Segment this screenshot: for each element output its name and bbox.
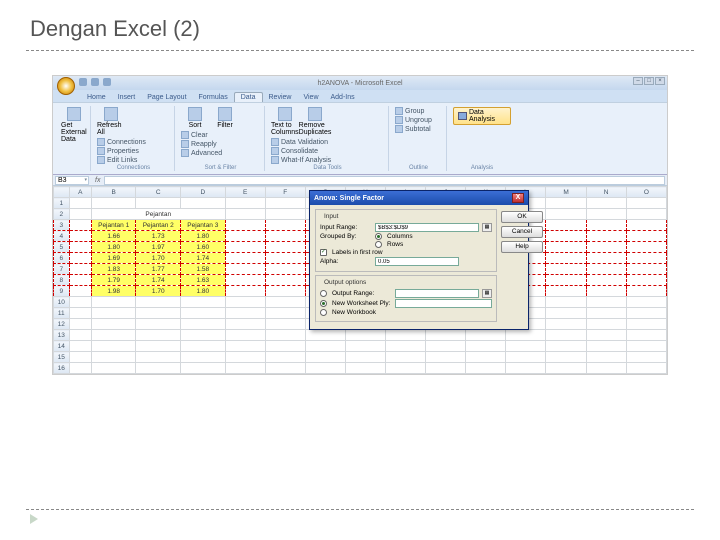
new-workbook-radio[interactable]: [320, 309, 327, 316]
quick-access-toolbar[interactable]: [79, 78, 111, 86]
subtotal-button[interactable]: Subtotal: [395, 125, 432, 133]
formula-bar[interactable]: [104, 176, 665, 185]
formula-bar-row: B3 fx: [53, 175, 667, 186]
fx-icon[interactable]: fx: [95, 177, 100, 184]
new-worksheet-radio[interactable]: [320, 300, 327, 307]
slide-title: Dengan Excel (2): [0, 0, 720, 50]
data-validation-button[interactable]: Data Validation: [271, 138, 331, 146]
slide-marker-icon: [30, 514, 38, 524]
dialog-title-text: Anova: Single Factor: [314, 195, 384, 202]
worksheet-grid[interactable]: ABCDEFGHIJKLMNO 1 2Pejantan 3Pejantan 1P…: [53, 186, 667, 374]
new-worksheet-field[interactable]: [395, 299, 492, 308]
clear-button[interactable]: Clear: [181, 131, 222, 139]
output-range-field[interactable]: [395, 289, 479, 298]
output-range-radio[interactable]: [320, 290, 327, 297]
window-title: h2ANOVA - Microsoft Excel: [317, 80, 402, 87]
refresh-all-button[interactable]: Refresh All: [97, 107, 125, 136]
cancel-button[interactable]: Cancel: [501, 226, 543, 238]
output-range-picker-icon[interactable]: ▦: [482, 289, 492, 298]
divider-top: [26, 50, 694, 51]
text-to-columns-button[interactable]: Text to Columns: [271, 107, 299, 136]
col-header[interactable]: A: [69, 187, 91, 198]
group-button[interactable]: Group: [395, 107, 432, 115]
editlinks-button[interactable]: Edit Links: [97, 156, 146, 164]
maximize-button[interactable]: □: [644, 77, 654, 85]
tab-formulas[interactable]: Formulas: [193, 93, 234, 102]
input-group-label: Input: [322, 213, 340, 220]
divider-bottom: [26, 509, 694, 510]
consolidate-button[interactable]: Consolidate: [271, 147, 331, 155]
dialog-titlebar[interactable]: Anova: Single Factor X: [310, 191, 528, 205]
sort-button[interactable]: Sort: [181, 107, 209, 129]
select-all-corner[interactable]: [54, 187, 70, 198]
output-group-label: Output options: [322, 279, 368, 286]
tab-data[interactable]: Data: [234, 92, 263, 102]
close-button[interactable]: ×: [655, 77, 665, 85]
ribbon-tabs: Home Insert Page Layout Formulas Data Re…: [53, 90, 667, 102]
minimize-button[interactable]: –: [633, 77, 643, 85]
data-analysis-button[interactable]: Data Analysis: [453, 107, 511, 125]
advanced-button[interactable]: Advanced: [181, 149, 222, 157]
columns-radio[interactable]: [375, 233, 382, 240]
whatif-button[interactable]: What-If Analysis: [271, 156, 331, 164]
ribbon: Get External Data Refresh All Connection…: [53, 102, 667, 175]
office-button[interactable]: [57, 77, 75, 95]
reapply-button[interactable]: Reapply: [181, 140, 222, 148]
connections-button[interactable]: Connections: [97, 138, 146, 146]
range-picker-icon[interactable]: ▦: [482, 223, 492, 232]
help-button[interactable]: Help: [501, 241, 543, 253]
input-range-label: Input Range:: [320, 224, 372, 231]
tab-addins[interactable]: Add-Ins: [325, 93, 361, 102]
anova-dialog: Anova: Single Factor X Input Input Range…: [309, 190, 529, 330]
grouped-by-label: Grouped By:: [320, 233, 372, 240]
tab-review[interactable]: Review: [263, 93, 298, 102]
remove-duplicates-button[interactable]: Remove Duplicates: [301, 107, 329, 136]
input-range-field[interactable]: [375, 223, 479, 232]
alpha-label: Alpha:: [320, 258, 372, 265]
excel-window: h2ANOVA - Microsoft Excel – □ × Home Ins…: [52, 75, 668, 375]
table-title: Pejantan: [91, 209, 225, 220]
filter-button[interactable]: Filter: [211, 107, 239, 129]
tab-pagelayout[interactable]: Page Layout: [141, 93, 192, 102]
tab-view[interactable]: View: [297, 93, 324, 102]
alpha-field[interactable]: [375, 257, 459, 266]
properties-button[interactable]: Properties: [97, 147, 146, 155]
ok-button[interactable]: OK: [501, 211, 543, 223]
ungroup-button[interactable]: Ungroup: [395, 116, 432, 124]
tab-insert[interactable]: Insert: [112, 93, 142, 102]
labels-checkbox[interactable]: [320, 249, 327, 256]
rows-radio[interactable]: [375, 241, 382, 248]
titlebar: h2ANOVA - Microsoft Excel – □ ×: [53, 76, 667, 90]
tab-home[interactable]: Home: [81, 93, 112, 102]
dialog-close-button[interactable]: X: [512, 193, 524, 203]
get-external-data-button[interactable]: Get External Data: [61, 107, 87, 143]
name-box[interactable]: B3: [55, 176, 89, 185]
